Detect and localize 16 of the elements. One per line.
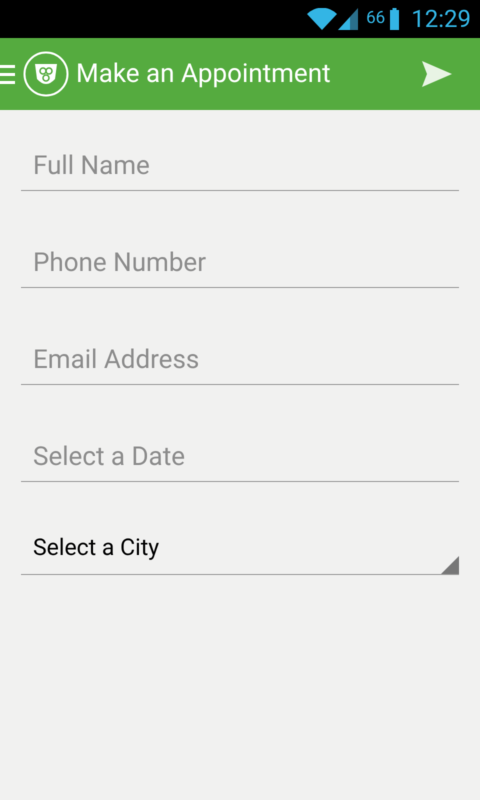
send-icon <box>422 61 452 87</box>
menu-button[interactable] <box>0 51 69 97</box>
battery-level: 66 <box>366 7 386 30</box>
send-button[interactable] <box>422 61 452 87</box>
signal-icon <box>338 8 358 30</box>
clock: 12:29 <box>411 4 471 35</box>
input-field[interactable]: Email Address <box>21 329 459 385</box>
input-field[interactable]: Select a Date <box>21 426 459 482</box>
logo-icon <box>23 51 69 97</box>
input-field[interactable]: Phone Number <box>21 232 459 288</box>
city-dropdown[interactable]: Select a City <box>21 523 459 575</box>
screen-title: Make an Appointment <box>76 58 331 90</box>
battery-icon <box>390 8 400 30</box>
input-field[interactable]: Full Name <box>21 135 459 191</box>
menu-icon <box>0 63 15 85</box>
dropdown-corner-icon <box>441 556 459 574</box>
